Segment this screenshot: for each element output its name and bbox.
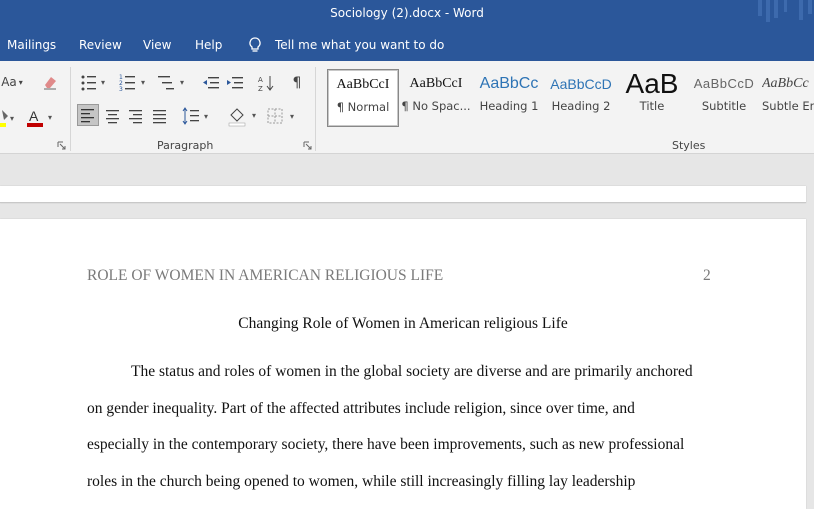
borders-icon: ▾ (267, 108, 294, 124)
align-left-icon (81, 109, 94, 123)
svg-text:▾: ▾ (101, 78, 105, 87)
font-dialog-launcher-icon[interactable] (57, 141, 66, 150)
style-preview: AaBbCcI (336, 77, 390, 92)
highlighter-icon: ▾ (0, 110, 14, 127)
svg-text:▾: ▾ (48, 113, 52, 122)
paragraph-dialog-launcher-icon[interactable] (303, 141, 312, 150)
numbering-icon: 123▾ (119, 74, 145, 93)
separator (315, 67, 316, 151)
svg-text:▾: ▾ (204, 112, 208, 121)
numbering-button[interactable]: 1 2 3 ▾ (119, 73, 149, 93)
svg-text:▾: ▾ (141, 78, 145, 87)
svg-text:A: A (258, 76, 263, 84)
style-no-spacing[interactable]: AaBbCcI ¶ No Spac... (400, 69, 472, 127)
running-head: ROLE OF WOMEN IN AMERICAN RELIGIOUS LIFE (87, 267, 444, 284)
line-spacing-icon: ▾ (182, 107, 208, 125)
style-heading-1[interactable]: AaBbCc Heading 1 (473, 69, 545, 127)
style-preview: AaB (625, 69, 679, 99)
align-right-icon[interactable] (127, 106, 145, 126)
svg-text:▾: ▾ (180, 78, 184, 87)
tell-me-search[interactable]: Tell me what you want to do (275, 38, 444, 52)
show-formatting-marks-icon[interactable]: ¶ (288, 73, 306, 93)
body-line: The status and roles of women in the glo… (131, 363, 693, 380)
line-spacing-button[interactable]: ▾ (182, 106, 212, 126)
style-normal[interactable]: AaBbCcI ¶ Normal (327, 69, 399, 127)
body-line: roles in the church being opened to wome… (87, 473, 636, 490)
word-logo-icon (754, 0, 814, 27)
decrease-indent-icon[interactable] (203, 75, 219, 91)
style-label: Title (639, 99, 665, 113)
bullets-icon: ▾ (81, 75, 105, 91)
title-bar: Sociology (2).docx - Word (0, 0, 814, 27)
clear-formatting-icon[interactable] (42, 74, 58, 90)
style-label: Heading 2 (551, 99, 611, 113)
increase-indent-icon[interactable] (227, 75, 243, 91)
font-color-button[interactable]: A ▾ (26, 107, 56, 129)
align-center-icon[interactable] (104, 106, 122, 126)
menu-bar: Mailings Review View Help Tell me what y… (0, 27, 814, 61)
svg-text:▾: ▾ (252, 111, 256, 120)
svg-text:A: A (29, 108, 39, 124)
tab-mailings[interactable]: Mailings (7, 38, 56, 52)
page-number: 2 (703, 267, 711, 284)
style-preview: AaBbCcI (409, 76, 463, 91)
align-left-button[interactable] (77, 104, 99, 126)
style-subtitle[interactable]: AaBbCcD Subtitle (688, 69, 760, 127)
style-label: Subtitle (701, 99, 747, 113)
paint-bucket-icon: ▾ (228, 108, 256, 127)
style-subtle-emphasis[interactable]: AaBbCc Subtle Em (762, 69, 814, 127)
multilevel-list-icon: ▾ (158, 76, 184, 90)
svg-text:▾: ▾ (290, 112, 294, 121)
svg-text:▾: ▾ (10, 114, 14, 123)
style-title[interactable]: AaB Title (616, 69, 688, 127)
style-label: ¶ No Spac... (401, 99, 471, 113)
style-label: ¶ Normal (336, 100, 390, 114)
previous-page (0, 186, 806, 203)
paragraph-group-label: Paragraph (157, 139, 214, 152)
styles-group-label: Styles (672, 139, 706, 152)
style-preview: AaBbCc (479, 75, 539, 92)
style-preview: AaBbCc (762, 76, 809, 91)
window-title: Sociology (2).docx - Word (330, 6, 484, 20)
document-heading: Changing Role of Women in American relig… (238, 315, 568, 332)
separator (70, 67, 71, 151)
change-case-button[interactable]: Aa ▾ (0, 73, 24, 91)
body-line: especially in the contemporary society, … (87, 436, 685, 453)
justify-icon[interactable] (151, 106, 169, 126)
style-preview: AaBbCcD (693, 76, 755, 91)
tab-view[interactable]: View (143, 38, 171, 52)
ribbon: Aa ▾ ▾ A ▾ ▾ 1 2 3 ▾ ▾ AZ ¶ ▾ ▾ ▾ Paragraph A… (0, 61, 814, 154)
body-line: on gender inequality. Part of the affect… (87, 400, 635, 417)
change-case-label: Aa (1, 75, 17, 89)
svg-text:Z: Z (258, 85, 263, 92)
style-label: Subtle Em (762, 99, 814, 113)
tab-help[interactable]: Help (195, 38, 222, 52)
style-heading-2[interactable]: AaBbCcD Heading 2 (545, 69, 617, 127)
multilevel-list-button[interactable]: ▾ (158, 73, 188, 93)
borders-button[interactable]: ▾ (267, 106, 299, 126)
ruler-area (0, 154, 814, 186)
highlight-color-button[interactable]: ▾ (0, 108, 18, 128)
svg-text:3: 3 (119, 86, 123, 93)
lightbulb-icon (249, 37, 261, 52)
document-page[interactable]: ROLE OF WOMEN IN AMERICAN RELIGIOUS LIFE… (0, 219, 806, 509)
shading-button[interactable]: ▾ (228, 105, 260, 127)
bullets-button[interactable]: ▾ (80, 73, 108, 93)
style-preview: AaBbCcD (550, 76, 612, 92)
style-label: Heading 1 (479, 99, 539, 113)
font-color-icon: A ▾ (27, 108, 52, 127)
tab-review[interactable]: Review (79, 38, 122, 52)
sort-icon[interactable]: AZ (258, 74, 274, 92)
